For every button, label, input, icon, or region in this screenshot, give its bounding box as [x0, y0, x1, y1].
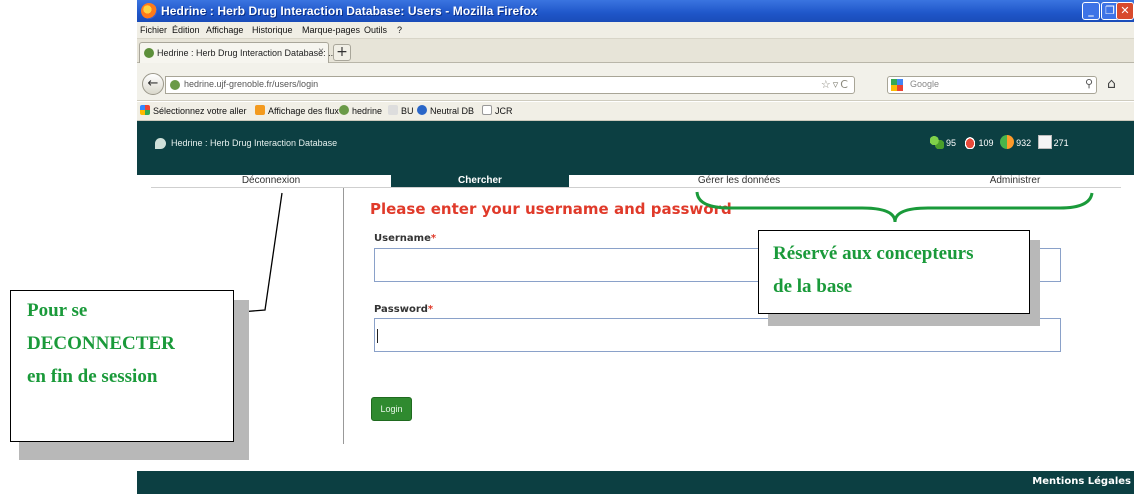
bookmark-neutral-db[interactable]: Neutral DB [417, 105, 474, 116]
firefox-logo-icon [141, 3, 157, 19]
globe-icon [417, 105, 427, 115]
login-button[interactable]: Login [371, 397, 412, 421]
search-bar[interactable]: Google ⚲ [887, 76, 1097, 94]
stat-drugs: 109 [962, 135, 994, 149]
navigation-bar: ← hedrine.ujf-grenoble.fr/users/login ☆▿… [137, 63, 1134, 101]
herb-icon [930, 135, 944, 149]
menu-historique[interactable]: Historique [252, 25, 293, 35]
hedrine-favicon-icon [339, 105, 349, 115]
callout-line: en fin de session [27, 366, 158, 387]
menu-bar: Fichier Édition Affichage Historique Mar… [137, 22, 1134, 39]
new-tab-button[interactable]: + [333, 44, 351, 61]
admin-callout: Réservé aux concepteurs de la base [758, 230, 1030, 314]
required-mark: * [430, 233, 437, 244]
bookmarks-bar: Sélectionnez votre aller Affichage des f… [137, 102, 1134, 121]
menu-marque-pages[interactable]: Marque-pages [302, 25, 360, 35]
nav-chercher[interactable]: Chercher [391, 175, 569, 187]
site-identity-icon [170, 80, 180, 90]
menu-help[interactable]: ? [397, 25, 402, 35]
rss-icon [255, 105, 265, 115]
callout-line: Pour se [27, 300, 88, 321]
minimize-button[interactable]: _ [1082, 2, 1100, 20]
back-arrow-icon: ← [147, 76, 159, 91]
stat-interactions: 932 [1000, 135, 1031, 149]
window-title: Hedrine : Herb Drug Interaction Database… [161, 4, 538, 18]
site-header: Hedrine : Herb Drug Interaction Database… [137, 121, 1134, 175]
callout-line: de la base [773, 276, 853, 297]
drug-icon [962, 135, 977, 149]
tab-hedrine[interactable]: Hedrine : Herb Drug Interaction Database… [139, 42, 336, 63]
nav-divider [151, 187, 1121, 188]
hedrine-logo-icon [155, 138, 166, 149]
bookmark-feeds[interactable]: Affichage des flux [255, 105, 339, 116]
database-stats: 95 109 932 271 [930, 135, 1073, 149]
tab-label: Hedrine : Herb Drug Interaction Database… [157, 48, 336, 58]
menu-affichage[interactable]: Affichage [206, 25, 243, 35]
back-button[interactable]: ← [142, 73, 164, 95]
google-logo-icon [891, 79, 903, 91]
url-bar[interactable]: hedrine.ujf-grenoble.fr/users/login ☆▿C [165, 76, 855, 94]
stat-documents: 271 [1037, 135, 1069, 149]
site-favicon-icon [144, 48, 154, 58]
home-icon[interactable]: ⌂ [1107, 76, 1116, 92]
search-icon[interactable]: ⚲ [1085, 77, 1093, 90]
nav-deconnexion[interactable]: Déconnexion [151, 175, 391, 187]
menu-outils[interactable]: Outils [364, 25, 387, 35]
bookmark-selection[interactable]: Sélectionnez votre aller [140, 105, 247, 116]
menu-edition[interactable]: Édition [172, 25, 200, 35]
password-label: Password* [374, 304, 434, 315]
bookmark-jcr[interactable]: JCR [482, 105, 513, 116]
legal-mentions-link[interactable]: Mentions Légales [1032, 476, 1131, 487]
document-icon [1037, 135, 1052, 149]
logout-callout: Pour se DECONNECTER en fin de session [10, 290, 234, 442]
callout-line: Réservé aux concepteurs [773, 243, 974, 264]
search-placeholder: Google [910, 79, 940, 89]
close-button[interactable]: ✕ [1116, 2, 1134, 20]
bookmark-bu[interactable]: BU [388, 105, 414, 116]
url-text: hedrine.ujf-grenoble.fr/users/login [184, 79, 319, 89]
site-title[interactable]: Hedrine : Herb Drug Interaction Database [171, 138, 337, 148]
menu-fichier[interactable]: Fichier [140, 25, 167, 35]
title-bar: Hedrine : Herb Drug Interaction Database… [137, 0, 1134, 22]
content-divider [343, 188, 344, 444]
callout-line: DECONNECTER [27, 333, 175, 354]
tab-bar: Hedrine : Herb Drug Interaction Database… [137, 39, 1134, 63]
nav-gerer-donnees[interactable]: Gérer les données [569, 175, 909, 187]
login-heading: Please enter your username and password [370, 200, 732, 218]
username-label: Username* [374, 233, 437, 244]
tab-close-icon[interactable]: × [318, 46, 324, 57]
apps-icon [140, 105, 150, 115]
required-mark: * [427, 304, 434, 315]
bu-icon [388, 105, 398, 115]
bookmark-star-icon[interactable]: ☆▿C [821, 78, 850, 91]
nav-administrer[interactable]: Administrer [909, 175, 1121, 187]
interaction-icon [1000, 135, 1015, 149]
page-icon [482, 105, 492, 115]
bookmark-hedrine[interactable]: hedrine [339, 105, 382, 116]
stat-herbs: 95 [930, 135, 956, 149]
text-caret [377, 329, 378, 343]
site-footer: Mentions Légales [137, 471, 1134, 494]
